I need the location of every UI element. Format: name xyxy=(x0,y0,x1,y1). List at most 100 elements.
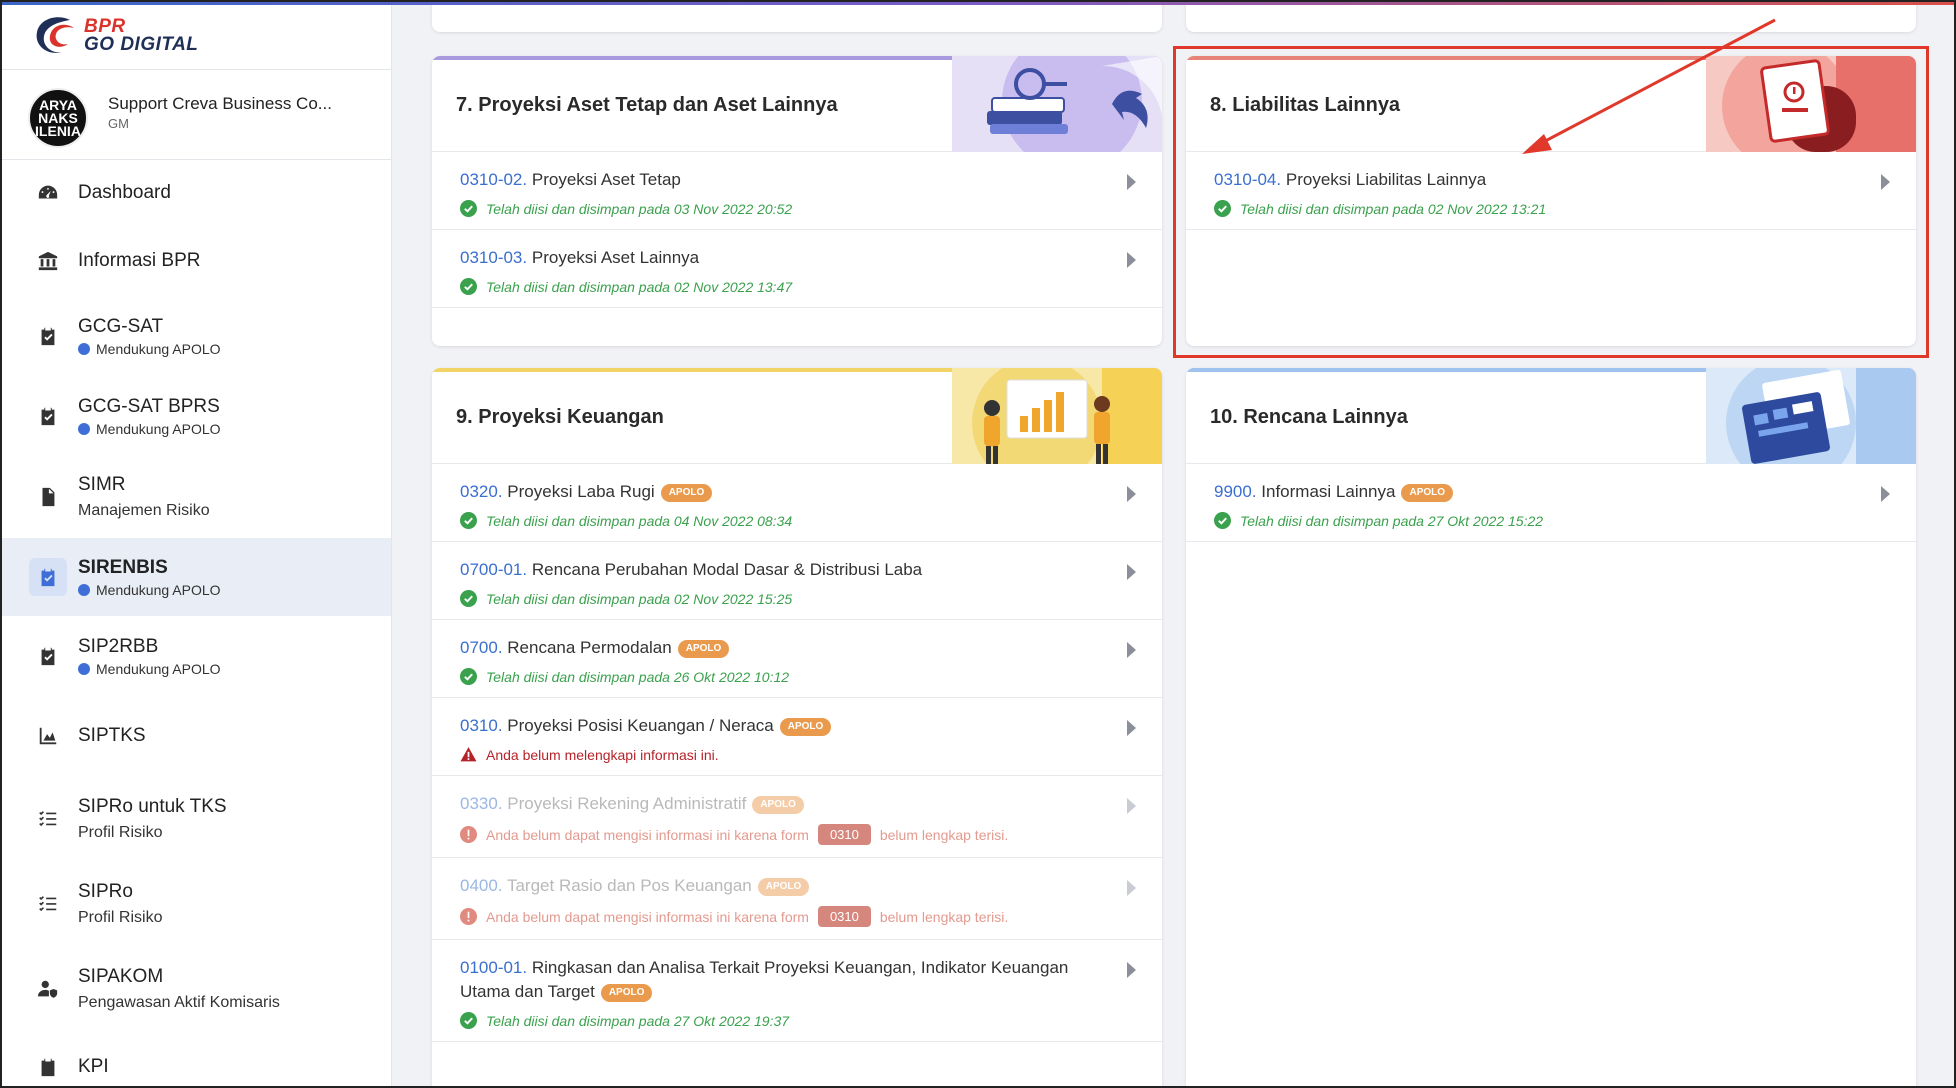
sidebar-item-gcg-sat-bprs[interactable]: GCG-SAT BPRS Mendukung APOLO xyxy=(0,376,391,456)
profile-role: GM xyxy=(108,116,129,131)
check-circle-icon xyxy=(460,668,477,685)
apolo-badge: APOLO xyxy=(660,483,713,502)
area-chart-icon xyxy=(36,724,60,748)
status-blocked: Anda belum dapat mengisi informasi ini k… xyxy=(460,824,1102,845)
check-circle-icon xyxy=(460,512,477,529)
list-item[interactable]: 0100-01. Ringkasan dan Analisa Terkait P… xyxy=(432,940,1162,1042)
item-code: 0700. xyxy=(460,638,503,657)
sidebar-item-dashboard[interactable]: Dashboard xyxy=(0,160,391,226)
status-saved: Telah diisi dan disimpan pada 02 Nov 202… xyxy=(460,590,1102,607)
list-item[interactable]: 0400. Target Rasio dan Pos Keuangan APOLO… xyxy=(432,858,1162,940)
books-magnifier-illustration-icon xyxy=(952,56,1162,152)
chevron-right-icon xyxy=(1127,720,1136,736)
check-circle-icon xyxy=(460,590,477,607)
check-circle-icon xyxy=(460,278,477,295)
user-profile[interactable]: ARYA NAKS ILENIA Support Creva Business … xyxy=(0,70,391,160)
status-saved: Telah diisi dan disimpan pada 26 Okt 202… xyxy=(460,668,1102,685)
dashboard-screens-illustration-icon xyxy=(1706,368,1916,464)
item-code: 0320. xyxy=(460,482,503,501)
list-item[interactable]: 9900. Informasi Lainnya APOLO Telah diisi… xyxy=(1186,464,1916,542)
presentation-chart-illustration-icon xyxy=(952,368,1162,464)
status-text: Telah diisi dan disimpan pada 27 Okt 202… xyxy=(486,1012,790,1029)
sidebar: BPR GO DIGITAL ARYA NAKS ILENIA Support … xyxy=(0,0,392,1088)
clipboard-list-icon xyxy=(36,1055,60,1079)
status-blocked: Anda belum dapat mengisi informasi ini k… xyxy=(460,906,1102,927)
status-text: Telah diisi dan disimpan pada 03 Nov 202… xyxy=(486,200,793,217)
document-icon xyxy=(36,485,60,509)
chevron-right-icon xyxy=(1127,564,1136,580)
list-item[interactable]: 0320. Proyeksi Laba Rugi APOLO Telah diis… xyxy=(432,464,1162,542)
sidebar-item-kpi[interactable]: KPI xyxy=(0,1032,391,1088)
checklist-icon xyxy=(36,892,60,916)
avatar-text-3: ILENIA xyxy=(35,122,81,139)
sidebar-item-sipro[interactable]: SIPRo Profil Risiko xyxy=(0,862,391,946)
card-title: 9. Proyeksi Keuangan xyxy=(456,406,664,428)
sidebar-item-informasi-bpr[interactable]: Informasi BPR xyxy=(0,226,391,296)
item-code: 0310-04. xyxy=(1214,170,1282,189)
sidebar-item-simr[interactable]: SIMR Manajemen Risiko xyxy=(0,456,391,538)
user-shield-icon xyxy=(36,977,60,1001)
check-circle-icon xyxy=(1214,200,1231,217)
list-item[interactable]: 0310-02. Proyeksi Aset Tetap Telah diisi… xyxy=(432,152,1162,230)
card-liabilitas-lainnya: 8. Liabilitas Lainnya 0310-04. Proyeksi … xyxy=(1186,56,1916,346)
sidebar-item-label: GCG-SAT xyxy=(78,315,164,337)
dashboard-gauge-icon xyxy=(36,181,60,205)
badge-text: Mendukung APOLO xyxy=(96,340,221,357)
chevron-right-icon xyxy=(1127,252,1136,268)
item-title: 0310-02. Proyeksi Aset Tetap xyxy=(460,168,1102,192)
status-text: Telah diisi dan disimpan pada 26 Okt 202… xyxy=(486,668,790,685)
status-saved: Telah diisi dan disimpan pada 27 Okt 202… xyxy=(460,1012,1102,1029)
status-text: Anda belum dapat mengisi informasi ini k… xyxy=(486,826,809,843)
sidebar-item-sipakom[interactable]: SIPAKOM Pengawasan Aktif Komisaris xyxy=(0,946,391,1032)
sidebar-item-label: SIPRo xyxy=(78,881,133,902)
check-circle-icon xyxy=(1214,512,1231,529)
sidebar-item-subtitle: Pengawasan Aktif Komisaris xyxy=(78,994,280,1011)
clipboard-check-icon xyxy=(36,644,60,668)
list-item[interactable]: 0310-03. Proyeksi Aset Lainnya Telah dii… xyxy=(432,230,1162,308)
sidebar-item-label: SIMR xyxy=(78,474,126,495)
sidebar-item-label: SIRENBIS xyxy=(78,556,168,578)
clipboard-check-icon xyxy=(29,558,67,596)
apolo-badge: APOLO xyxy=(757,877,810,896)
apolo-badge: APOLO xyxy=(752,795,804,814)
status-text: Telah diisi dan disimpan pada 02 Nov 202… xyxy=(486,278,793,295)
status-saved: Telah diisi dan disimpan pada 27 Okt 202… xyxy=(1214,512,1856,529)
apolo-badge: APOLO xyxy=(600,983,653,1002)
sidebar-item-label: Dashboard xyxy=(78,182,171,203)
chevron-right-icon xyxy=(1127,798,1136,814)
clipboard-check-icon xyxy=(36,324,60,348)
sidebar-item-sipro-tks[interactable]: SIPRo untuk TKS Profil Risiko xyxy=(0,776,391,862)
list-item[interactable]: 0310. Proyeksi Posisi Keuangan / Neraca A… xyxy=(432,698,1162,776)
list-item[interactable]: 0700-01. Rencana Perubahan Modal Dasar &… xyxy=(432,542,1162,620)
sidebar-item-label: SIP2RBB xyxy=(78,635,159,657)
item-label: Proyeksi Posisi Keuangan / Neraca xyxy=(507,716,774,735)
exclamation-circle-icon xyxy=(460,826,477,843)
status-text: Telah diisi dan disimpan pada 04 Nov 202… xyxy=(486,512,793,529)
status-saved: Telah diisi dan disimpan pada 04 Nov 202… xyxy=(460,512,1102,529)
card-title: 10. Rencana Lainnya xyxy=(1210,406,1408,428)
logo[interactable]: BPR GO DIGITAL xyxy=(0,0,391,70)
card-header: 7. Proyeksi Aset Tetap dan Aset Lainnya xyxy=(432,56,1162,152)
sidebar-item-subtitle: Profil Risiko xyxy=(78,909,163,926)
item-title: 0700-01. Rencana Perubahan Modal Dasar &… xyxy=(460,558,1102,582)
sidebar-item-label: KPI xyxy=(78,1056,109,1077)
status-dot xyxy=(78,662,90,675)
top-accent-line xyxy=(0,0,1956,5)
list-item[interactable]: 0330. Proyeksi Rekening Administratif APO… xyxy=(432,776,1162,858)
status-dot xyxy=(78,422,90,435)
apolo-support-badge: Mendukung APOLO xyxy=(78,582,221,598)
sidebar-item-siptks[interactable]: SIPTKS xyxy=(0,696,391,776)
sidebar-item-label: SIPRo untuk TKS xyxy=(78,796,227,817)
item-label: Proyeksi Aset Tetap xyxy=(531,170,681,189)
item-label: Ringkasan dan Analisa Terkait Proyeksi K… xyxy=(460,958,1069,1001)
item-label: Proyeksi Rekening Administratif xyxy=(507,794,747,813)
item-label: Rencana Permodalan xyxy=(507,638,672,657)
sidebar-item-sirenbis[interactable]: SIRENBIS Mendukung APOLO xyxy=(0,538,391,616)
status-text: Anda belum melengkapi informasi ini. xyxy=(486,746,719,763)
status-dot xyxy=(78,342,90,355)
sidebar-item-gcg-sat[interactable]: GCG-SAT Mendukung APOLO xyxy=(0,296,391,376)
list-item[interactable]: 0310-04. Proyeksi Liabilitas Lainnya Tel… xyxy=(1186,152,1916,230)
sidebar-item-sip2rbb[interactable]: SIP2RBB Mendukung APOLO xyxy=(0,616,391,696)
list-item[interactable]: 0700. Rencana Permodalan APOLO Telah diis… xyxy=(432,620,1162,698)
sidebar-nav: Dashboard Informasi BPR GCG-SAT Mendukun… xyxy=(0,160,391,1088)
